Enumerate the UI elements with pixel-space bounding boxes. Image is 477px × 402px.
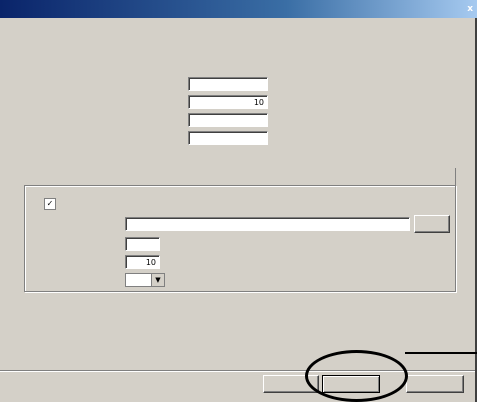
path-input[interactable] bbox=[125, 217, 410, 231]
field-2-input[interactable]: 10 bbox=[188, 95, 268, 109]
options-group bbox=[24, 185, 456, 292]
enable-checkbox[interactable]: ✓ bbox=[44, 198, 56, 210]
pointer-line bbox=[405, 352, 477, 354]
field-3-input[interactable] bbox=[188, 113, 268, 127]
field-1-input[interactable] bbox=[188, 77, 268, 91]
cancel-button[interactable] bbox=[406, 375, 464, 393]
option2-input[interactable]: 10 bbox=[125, 255, 160, 269]
option1-input[interactable] bbox=[125, 237, 160, 251]
chevron-down-icon[interactable]: ▼ bbox=[151, 274, 164, 286]
wizard-dialog: 10 ✓ 10 ▼ bbox=[0, 18, 477, 402]
option3-dropdown[interactable]: ▼ bbox=[125, 273, 165, 287]
highlight-ellipse bbox=[305, 350, 408, 402]
check-icon: ✓ bbox=[46, 199, 54, 208]
close-icon[interactable]: x bbox=[467, 0, 473, 18]
title-bar: x bbox=[0, 0, 477, 18]
browse-button[interactable] bbox=[414, 215, 450, 233]
field-4-input[interactable] bbox=[188, 131, 268, 145]
